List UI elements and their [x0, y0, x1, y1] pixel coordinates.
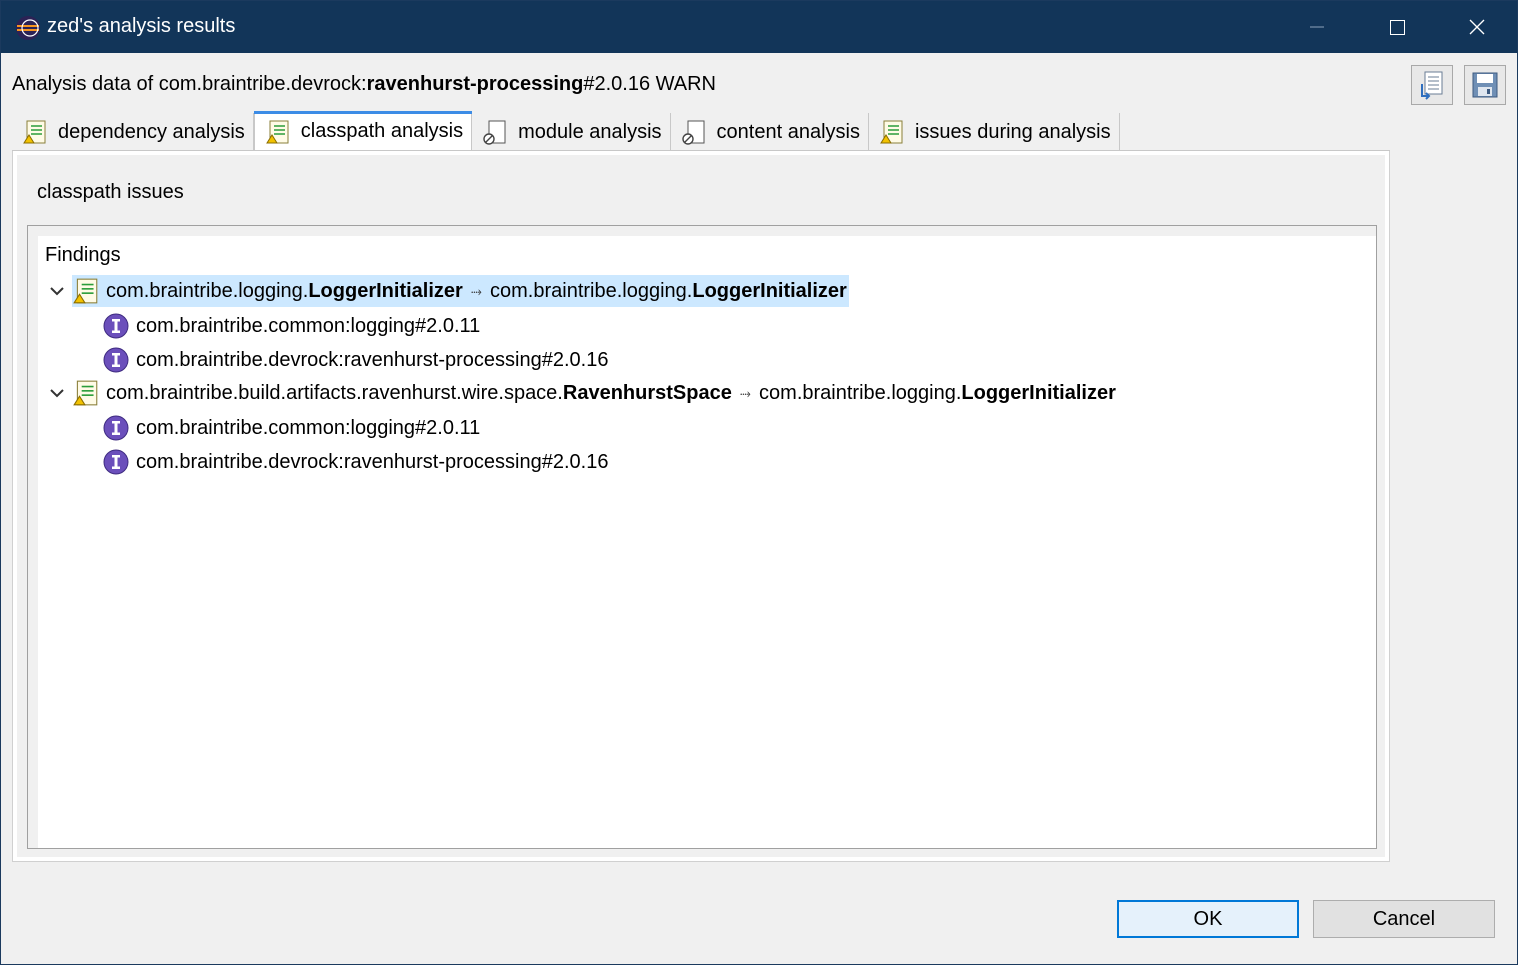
export-list-icon [1421, 71, 1443, 100]
info-icon [103, 449, 129, 475]
analysis-list-icon [23, 120, 46, 144]
info-icon [103, 313, 129, 339]
info-icon [103, 347, 129, 373]
child-label: com.braintribe.common:logging#2.0.11 [136, 314, 481, 337]
analysis-list-icon [265, 120, 289, 143]
finding-child-row[interactable]: com.braintribe.devrock:ravenhurst-proces… [102, 446, 608, 478]
header-suffix: #2.0.16 WARN [583, 73, 716, 95]
finding-row[interactable]: com.braintribe.logging. LoggerInitializer… [72, 275, 849, 307]
window-title: zed's analysis results [47, 15, 236, 37]
findings-tree[interactable]: Findings com.braintribe.logging. LoggerIn… [27, 225, 1377, 849]
tree-header: Findings [45, 244, 121, 266]
finding-right-prefix: com.braintribe.logging. [759, 381, 962, 404]
finding-left-class: LoggerInitializer [308, 279, 463, 302]
analysis-list-icon [73, 278, 98, 304]
tab-label: module analysis [518, 120, 662, 143]
section-title: classpath issues [37, 181, 184, 203]
child-label: com.braintribe.devrock:ravenhurst-proces… [136, 450, 609, 473]
disabled-doc-icon [681, 120, 705, 145]
finding-left-class: RavenhurstSpace [562, 381, 732, 404]
finding-right-prefix: com.braintribe.logging. [490, 279, 693, 302]
child-label: com.braintribe.common:logging#2.0.11 [136, 416, 481, 439]
expand-toggle[interactable] [48, 282, 66, 300]
finding-right-class: LoggerInitializer [692, 279, 847, 302]
panel-inner: classpath issues Findings com.braintribe… [17, 155, 1385, 857]
expand-toggle[interactable] [48, 384, 66, 402]
analysis-list-icon [73, 380, 98, 406]
tab-classpath-analysis[interactable]: classpath analysis [253, 111, 473, 151]
finding-left-prefix: com.braintribe.build.artifacts.ravenhurs… [106, 381, 563, 404]
save-button[interactable] [1464, 65, 1506, 105]
finding-child-row[interactable]: com.braintribe.common:logging#2.0.11 [102, 310, 480, 342]
minimize-button[interactable] [1277, 1, 1357, 53]
export-button[interactable] [1411, 65, 1453, 105]
analysis-header: Analysis data of com.braintribe.devrock:… [12, 73, 716, 96]
maximize-icon [1389, 19, 1405, 35]
info-icon [103, 415, 129, 441]
ok-button[interactable]: OK [1117, 900, 1299, 938]
dialog-window: zed's analysis results Analysis data of … [0, 0, 1518, 965]
dependency-arrow-icon: ⤑ [470, 282, 483, 299]
disabled-doc-icon [483, 120, 506, 145]
tab-content-panel: classpath issues Findings com.braintribe… [12, 151, 1390, 862]
finding-left-prefix: com.braintribe.logging. [106, 279, 309, 302]
maximize-button[interactable] [1357, 1, 1437, 53]
dependency-arrow-icon: ⤑ [739, 384, 752, 401]
chevron-down-icon [50, 389, 64, 398]
finding-child-row[interactable]: com.braintribe.common:logging#2.0.11 [102, 412, 480, 444]
analysis-list-icon [880, 120, 903, 144]
header-prefix: Analysis data of com.braintribe.devrock: [12, 73, 367, 95]
tree-gutter [28, 226, 38, 848]
tab-label: content analysis [716, 120, 860, 143]
close-button[interactable] [1437, 1, 1517, 53]
minimize-icon [1310, 26, 1324, 28]
save-icon [1472, 72, 1498, 98]
tree-top-strip [38, 226, 1376, 236]
child-label: com.braintribe.devrock:ravenhurst-proces… [136, 348, 609, 371]
finding-right-class: LoggerInitializer [961, 381, 1116, 404]
close-icon [1469, 19, 1485, 35]
eclipse-app-icon [16, 16, 40, 40]
cancel-button[interactable]: Cancel [1313, 900, 1495, 938]
tab-label: dependency analysis [58, 120, 245, 143]
chevron-down-icon [50, 287, 64, 296]
header-artifact: ravenhurst-processing [366, 73, 584, 95]
finding-row[interactable]: com.braintribe.build.artifacts.ravenhurs… [72, 377, 1116, 409]
tab-label: issues during analysis [914, 120, 1111, 143]
finding-child-row[interactable]: com.braintribe.devrock:ravenhurst-proces… [102, 344, 608, 376]
tab-label: classpath analysis [300, 120, 464, 142]
tab-dependency-analysis[interactable]: dependency analysis [12, 113, 254, 151]
tab-content-analysis[interactable]: content analysis [670, 113, 869, 151]
tab-bar: dependency analysis classpath analysis m… [12, 111, 1120, 151]
tab-issues-during-analysis[interactable]: issues during analysis [868, 113, 1120, 151]
tab-module-analysis[interactable]: module analysis [472, 113, 671, 151]
title-bar[interactable]: zed's analysis results [1, 1, 1517, 53]
